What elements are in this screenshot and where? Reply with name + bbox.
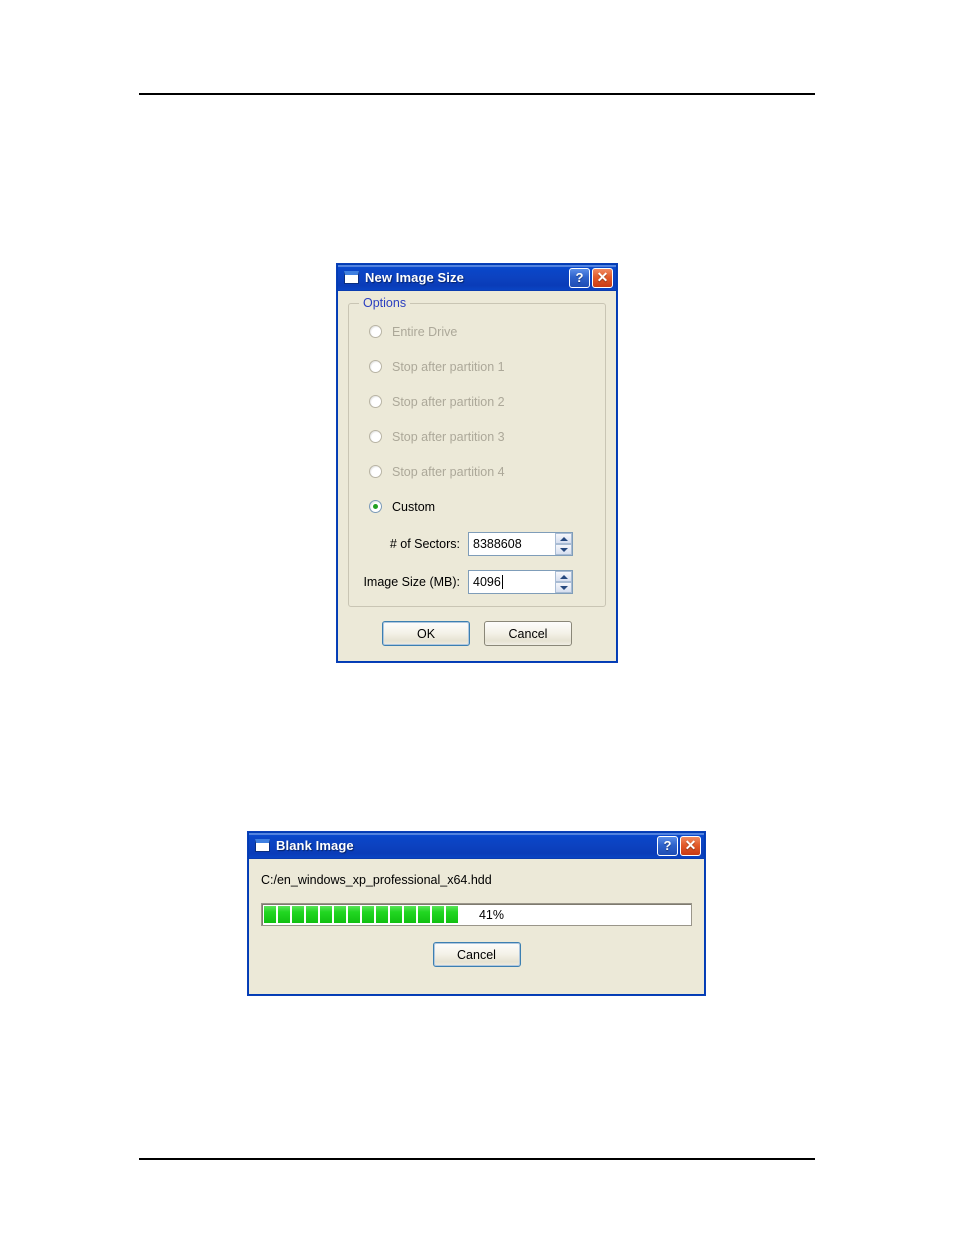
radio-stop-after-partition-1[interactable]: Stop after partition 1 bbox=[359, 355, 595, 378]
new-image-size-title: New Image Size bbox=[365, 270, 464, 285]
radio-label: Stop after partition 1 bbox=[392, 359, 505, 374]
radio-label: Stop after partition 4 bbox=[392, 464, 505, 479]
blank-image-title: Blank Image bbox=[276, 838, 354, 853]
options-group: Options Entire Drive Stop after partitio… bbox=[348, 296, 606, 607]
window-icon bbox=[344, 271, 359, 284]
ok-button[interactable]: OK bbox=[382, 621, 470, 646]
sectors-stepper[interactable]: 8388608 bbox=[468, 532, 573, 556]
text-caret bbox=[501, 575, 503, 589]
new-image-size-body: Options Entire Drive Stop after partitio… bbox=[338, 291, 616, 658]
image-size-input[interactable]: 4096 bbox=[469, 571, 554, 593]
radio-entire-drive[interactable]: Entire Drive bbox=[359, 320, 595, 343]
cancel-button[interactable]: Cancel bbox=[432, 942, 521, 967]
blank-image-button-row: Cancel bbox=[249, 942, 704, 967]
help-icon[interactable]: ? bbox=[569, 267, 590, 288]
spin-down-icon[interactable] bbox=[555, 582, 572, 593]
new-image-size-button-row: OK Cancel bbox=[346, 621, 608, 646]
radio-stop-after-partition-4[interactable]: Stop after partition 4 bbox=[359, 460, 595, 483]
new-image-size-titlebar[interactable]: New Image Size ? ✕ bbox=[338, 265, 616, 291]
page-header-rule bbox=[139, 93, 815, 95]
blank-image-dialog: Blank Image ? ✕ C:/en_windows_xp_profess… bbox=[248, 832, 705, 995]
spin-up-icon[interactable] bbox=[555, 533, 572, 544]
page-footer-rule bbox=[139, 1158, 815, 1160]
progress-bar: 41% bbox=[261, 903, 692, 926]
radio-mark-icon bbox=[369, 360, 382, 373]
blank-image-titlebar[interactable]: Blank Image ? ✕ bbox=[249, 833, 704, 859]
window-icon bbox=[255, 839, 270, 852]
close-icon[interactable]: ✕ bbox=[592, 267, 613, 288]
image-size-spin-buttons bbox=[554, 571, 572, 593]
sectors-spin-buttons bbox=[554, 533, 572, 555]
radio-label: Stop after partition 2 bbox=[392, 394, 505, 409]
image-size-label: Image Size (MB): bbox=[363, 575, 460, 589]
radio-mark-icon bbox=[369, 500, 382, 513]
titlebar-button-group: ? ✕ bbox=[657, 835, 701, 856]
spin-up-icon[interactable] bbox=[555, 571, 572, 582]
image-size-value: 4096 bbox=[473, 575, 501, 589]
sectors-input[interactable]: 8388608 bbox=[469, 533, 554, 555]
radio-mark-icon bbox=[369, 430, 382, 443]
radio-stop-after-partition-3[interactable]: Stop after partition 3 bbox=[359, 425, 595, 448]
radio-mark-icon bbox=[369, 325, 382, 338]
image-size-stepper[interactable]: 4096 bbox=[468, 570, 573, 594]
cancel-button[interactable]: Cancel bbox=[484, 621, 572, 646]
radio-mark-icon bbox=[369, 465, 382, 478]
radio-mark-icon bbox=[369, 395, 382, 408]
radio-custom[interactable]: Custom bbox=[359, 495, 595, 518]
radio-label: Custom bbox=[392, 499, 436, 514]
new-image-size-dialog: New Image Size ? ✕ Options Entire Drive … bbox=[337, 264, 617, 662]
radio-stop-after-partition-2[interactable]: Stop after partition 2 bbox=[359, 390, 595, 413]
close-icon[interactable]: ✕ bbox=[680, 835, 701, 856]
radio-label: Entire Drive bbox=[392, 324, 458, 339]
spin-down-icon[interactable] bbox=[555, 544, 572, 555]
image-file-path: C:/en_windows_xp_professional_x64.hdd bbox=[261, 873, 492, 887]
blank-image-body: C:/en_windows_xp_professional_x64.hdd 41… bbox=[249, 873, 704, 967]
sectors-label: # of Sectors: bbox=[389, 537, 460, 551]
options-group-label: Options bbox=[359, 296, 411, 310]
sectors-field-row: # of Sectors: 8388608 bbox=[359, 532, 595, 556]
image-size-field-row: Image Size (MB): 4096 bbox=[359, 570, 595, 594]
titlebar-button-group: ? ✕ bbox=[569, 267, 613, 288]
radio-label: Stop after partition 3 bbox=[392, 429, 505, 444]
help-icon[interactable]: ? bbox=[657, 835, 678, 856]
progress-percent-label: 41% bbox=[478, 907, 505, 922]
